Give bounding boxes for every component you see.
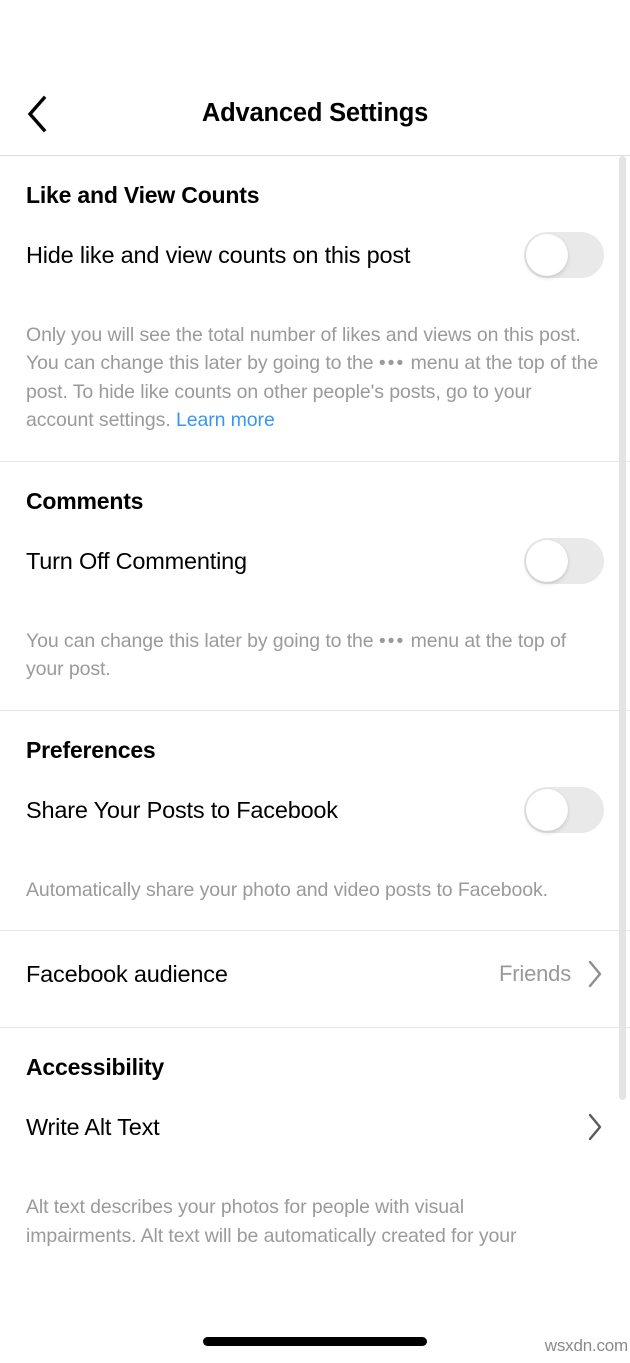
chevron-right-icon bbox=[587, 1112, 604, 1142]
row-label: Turn Off Commenting bbox=[26, 547, 247, 574]
help-text-preferences: Automatically share your photo and video… bbox=[0, 856, 630, 930]
row-label: Write Alt Text bbox=[26, 1114, 160, 1141]
toggle-knob bbox=[526, 788, 568, 831]
home-indicator bbox=[203, 1337, 427, 1346]
section-preferences: Preferences Share Your Posts to Facebook… bbox=[0, 710, 630, 931]
ellipsis-menu-icon: ••• bbox=[378, 629, 406, 652]
settings-list: Like and View Counts Hide like and view … bbox=[0, 156, 630, 1251]
help-text-part1: Automatically share your photo and video… bbox=[26, 878, 548, 901]
section-heading: Like and View Counts bbox=[26, 182, 260, 208]
help-text-part1: You can change this later by going to th… bbox=[26, 629, 379, 652]
status-bar bbox=[0, 0, 630, 72]
row-label: Share Your Posts to Facebook bbox=[26, 796, 338, 823]
row-share-posts-to-facebook[interactable]: Share Your Posts to Facebook bbox=[0, 764, 630, 856]
page-title: Advanced Settings bbox=[201, 99, 429, 127]
help-text-comments: You can change this later by going to th… bbox=[0, 607, 630, 710]
section-heading: Accessibility bbox=[26, 1054, 165, 1081]
help-text-like-counts: Only you will see the total number of li… bbox=[0, 301, 630, 461]
share-to-facebook-toggle[interactable] bbox=[524, 786, 604, 833]
toggle-knob bbox=[526, 539, 568, 582]
help-text-part1: Alt text describes your photos for peopl… bbox=[26, 1196, 517, 1247]
row-hide-like-and-view-counts[interactable]: Hide like and view counts on this post bbox=[0, 209, 630, 301]
toggle-knob bbox=[526, 234, 568, 276]
row-right-group: Friends bbox=[499, 959, 604, 989]
help-text-accessibility: Alt text describes your photos for peopl… bbox=[0, 1173, 600, 1250]
row-label: Facebook audience bbox=[26, 961, 228, 988]
chevron-right-icon bbox=[587, 959, 604, 989]
phone-screen: Advanced Settings Like and View Counts H… bbox=[0, 0, 630, 1363]
ellipsis-menu-icon: ••• bbox=[378, 352, 406, 375]
section-facebook-audience: Facebook audience Friends bbox=[0, 931, 630, 1028]
section-heading: Preferences bbox=[26, 736, 156, 763]
section-like-and-view-counts: Like and View Counts Hide like and view … bbox=[0, 156, 630, 461]
back-button[interactable] bbox=[14, 91, 60, 137]
watermark: wsxdn.com bbox=[544, 1336, 628, 1355]
vertical-scrollbar[interactable] bbox=[619, 156, 626, 1100]
row-turn-off-commenting[interactable]: Turn Off Commenting bbox=[0, 515, 630, 607]
learn-more-link[interactable]: Learn more bbox=[176, 409, 275, 431]
row-label: Hide like and view counts on this post bbox=[26, 241, 411, 268]
facebook-audience-value: Friends bbox=[499, 961, 571, 987]
section-heading: Comments bbox=[26, 487, 144, 514]
hide-like-counts-toggle[interactable] bbox=[524, 232, 604, 278]
section-comments: Comments Turn Off Commenting You can cha… bbox=[0, 461, 630, 710]
chevron-left-icon bbox=[25, 94, 49, 134]
navigation-header: Advanced Settings bbox=[0, 72, 630, 155]
turn-off-commenting-toggle[interactable] bbox=[524, 537, 604, 584]
row-facebook-audience[interactable]: Facebook audience Friends bbox=[0, 931, 630, 1009]
section-accessibility: Accessibility Write Alt Text Alt text de… bbox=[0, 1028, 630, 1251]
spacer bbox=[0, 1009, 630, 1028]
row-write-alt-text[interactable]: Write Alt Text bbox=[0, 1081, 630, 1173]
